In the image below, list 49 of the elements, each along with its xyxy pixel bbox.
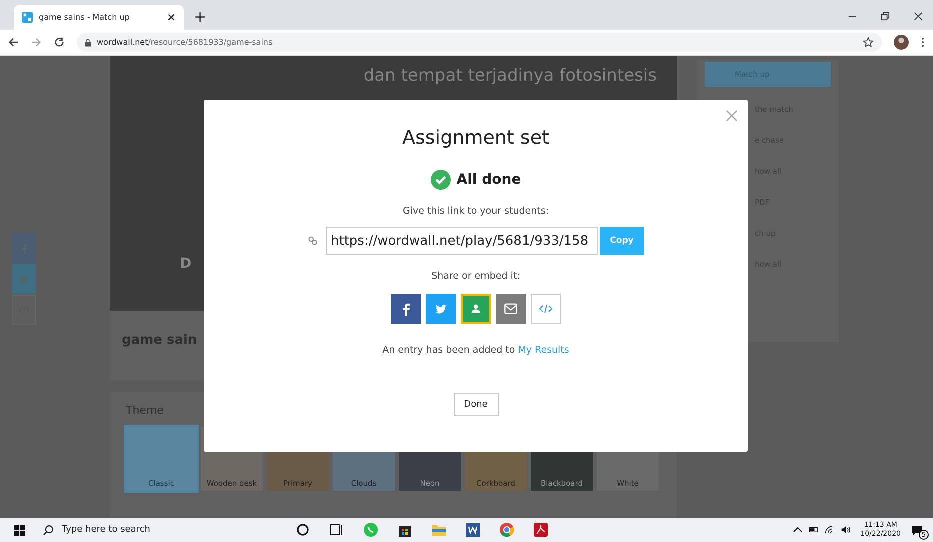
check-icon [430, 170, 451, 190]
envelope-icon [504, 302, 518, 316]
windows-icon[interactable] [14, 524, 25, 536]
restore-icon[interactable] [881, 12, 890, 21]
people-icon [469, 302, 483, 316]
menu-icon[interactable] [921, 37, 925, 48]
close-icon[interactable] [914, 12, 923, 21]
chevron-up-icon[interactable] [792, 525, 803, 535]
chrome-icon[interactable] [499, 522, 515, 538]
status-text: All done [456, 172, 522, 188]
share-prompt: Share or embed it: [432, 271, 520, 282]
folder-icon[interactable] [431, 522, 447, 538]
link-prompt: Give this link to your students: [402, 206, 550, 217]
close-icon[interactable] [167, 13, 176, 22]
preview-text: D [180, 256, 192, 272]
task-view-icon[interactable] [329, 522, 345, 538]
link-field[interactable]: https://wordwall.net/play/5681/933/158 [326, 227, 598, 255]
grid-icon [22, 12, 33, 23]
new-tab-button[interactable]: + [194, 8, 207, 26]
my-results-link[interactable]: My Results [518, 345, 570, 356]
reload-icon[interactable] [54, 37, 65, 48]
done-button[interactable]: Done [454, 393, 498, 416]
code-icon [539, 302, 553, 316]
entry-note: An entry has been added to My Results [382, 345, 570, 356]
taskbar-search-field[interactable]: Type here to search [43, 524, 275, 536]
back-icon[interactable] [8, 37, 19, 48]
bird-icon [18, 274, 30, 284]
bird-icon [434, 302, 448, 316]
address-field[interactable]: wordwall.net/resource/5681933/game-sains [77, 33, 882, 52]
avatar-icon[interactable] [894, 35, 909, 50]
battery-icon[interactable] [808, 525, 819, 535]
word-icon[interactable] [465, 522, 481, 538]
subheading: dan tempat terjadinya fotosintesis [364, 66, 657, 86]
copy-button[interactable]: Copy [600, 227, 644, 255]
cortana-icon[interactable] [295, 522, 311, 538]
link-icon [308, 236, 318, 246]
email-share-button[interactable] [496, 294, 526, 324]
search-icon [43, 524, 54, 536]
facebook-share-button[interactable] [391, 294, 421, 324]
message-icon [911, 525, 923, 537]
lock-icon [85, 38, 91, 46]
twitter-share-button[interactable] [426, 294, 456, 324]
dialog-title: Assignment set [402, 127, 550, 149]
speaker-icon[interactable] [840, 525, 851, 535]
pdf-icon[interactable] [533, 522, 549, 538]
star-icon[interactable] [863, 37, 874, 48]
browser-tab[interactable]: game sains - Match up [14, 5, 184, 30]
wifi-icon[interactable] [824, 525, 835, 535]
classroom-share-button[interactable] [461, 294, 491, 324]
